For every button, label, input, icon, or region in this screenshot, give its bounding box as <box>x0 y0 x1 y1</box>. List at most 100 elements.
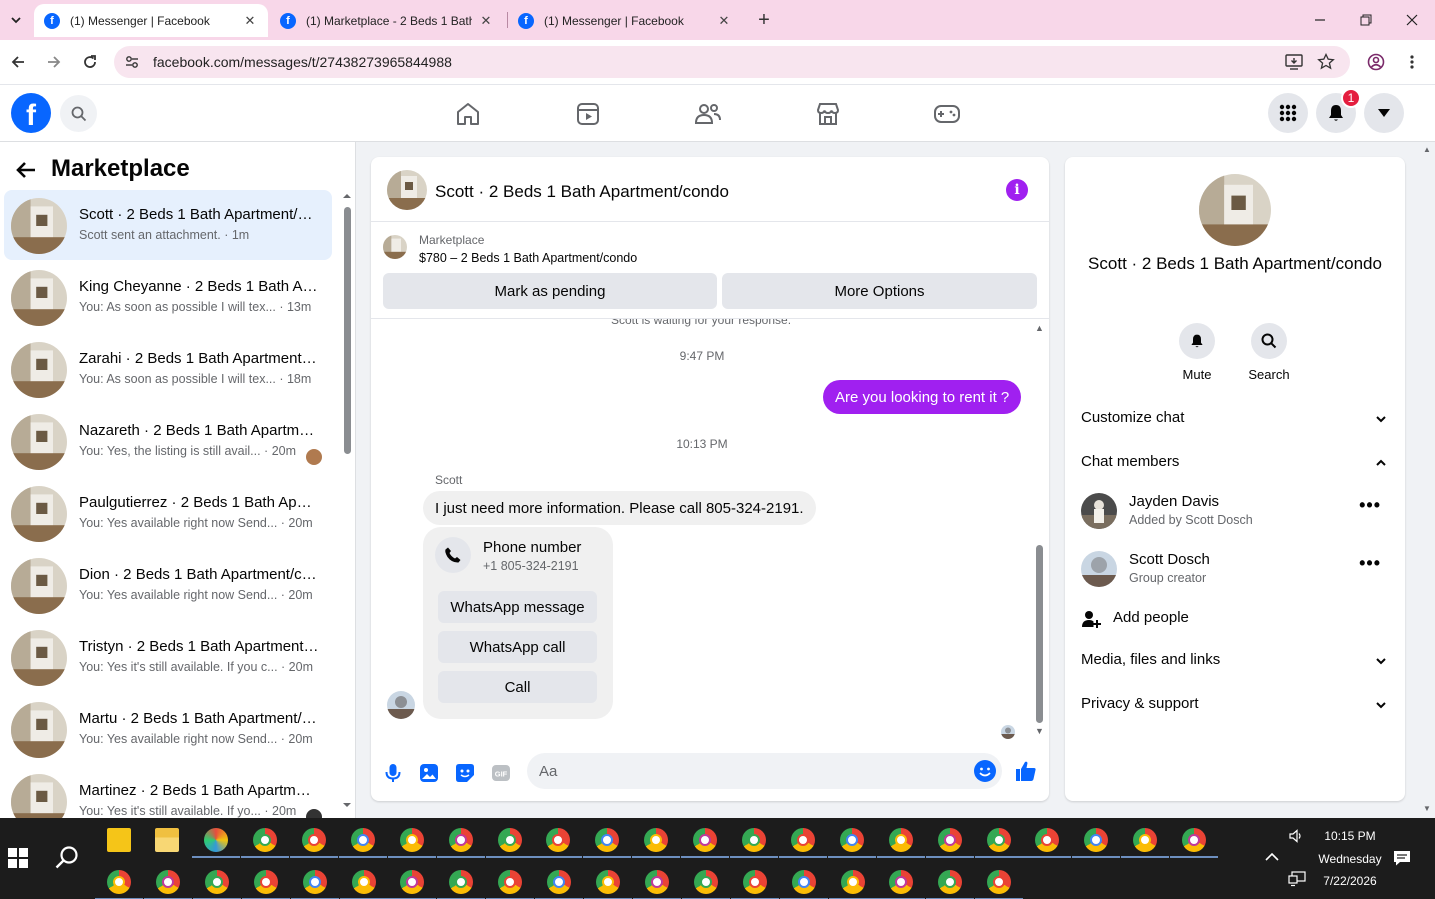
conversation-scrollbar-thumb[interactable] <box>344 207 351 454</box>
browser-taskbar-icon[interactable] <box>1133 828 1158 852</box>
browser-taskbar-icon[interactable] <box>253 870 278 894</box>
message-input[interactable] <box>539 761 959 781</box>
browser-taskbar-icon[interactable] <box>400 870 425 894</box>
notification-center-icon[interactable] <box>1393 849 1411 867</box>
taskbar-time[interactable]: 10:15 PM <box>1310 829 1390 843</box>
browser-taskbar-icon[interactable] <box>498 870 523 894</box>
browser-taskbar-icon[interactable] <box>791 870 816 894</box>
conversation-item[interactable]: Nazareth · 2 Beds 1 Bath Apartment/condo… <box>4 406 332 476</box>
conversation-item[interactable]: Paulgutierrez · 2 Beds 1 Bath Apartment/… <box>4 478 332 548</box>
mute-button[interactable] <box>1179 323 1215 359</box>
install-app-icon[interactable] <box>1284 52 1304 72</box>
browser-menu-button[interactable] <box>1400 50 1424 74</box>
chat-member-scott[interactable]: Scott Dosch Group creator ••• <box>1081 547 1389 591</box>
mark-as-pending-button[interactable]: Mark as pending <box>383 273 717 309</box>
browser-taskbar-icon[interactable] <box>987 870 1012 894</box>
conversation-item[interactable]: Zarahi · 2 Beds 1 Bath Apartment/condo Yo… <box>4 334 332 404</box>
minimize-button[interactable] <box>1308 8 1332 32</box>
browser-taskbar-icon[interactable] <box>986 828 1011 852</box>
conversation-item[interactable]: King Cheyanne · 2 Beds 1 Bath Apartment/… <box>4 262 332 332</box>
browser-taskbar-icon[interactable] <box>596 870 620 894</box>
browser-taskbar-icon[interactable] <box>253 828 277 852</box>
conversation-item[interactable]: Tristyn · 2 Beds 1 Bath Apartment/condo Y… <box>4 622 332 692</box>
scroll-up-arrow-icon[interactable] <box>342 192 352 200</box>
bookmark-star-icon[interactable] <box>1316 52 1336 72</box>
omnibox[interactable]: facebook.com/messages/t/2743827396584498… <box>114 46 1350 78</box>
restore-button[interactable] <box>1354 8 1378 32</box>
conversation-avatar[interactable] <box>1199 174 1271 246</box>
volume-icon[interactable] <box>1288 828 1304 844</box>
whatsapp-call-button[interactable]: WhatsApp call <box>438 631 597 663</box>
browser-taskbar-icon[interactable] <box>204 870 229 894</box>
chat-title[interactable]: Scott · 2 Beds 1 Bath Apartment/condo <box>435 182 729 202</box>
browser-tab-messenger-1[interactable]: f (1) Messenger | Facebook ✕ <box>34 4 268 37</box>
search-action[interactable]: Search <box>1239 323 1299 382</box>
whatsapp-message-button[interactable]: WhatsApp message <box>438 591 597 623</box>
browser-taskbar-icon[interactable] <box>155 870 180 894</box>
marketplace-nav-button[interactable] <box>813 99 843 129</box>
sticker-button[interactable] <box>454 762 476 784</box>
browser-taskbar-icon[interactable] <box>840 870 865 894</box>
browser-taskbar-icon[interactable] <box>497 828 522 852</box>
emoji-button[interactable] <box>974 760 996 782</box>
browser-taskbar-icon[interactable] <box>644 828 669 852</box>
close-tab-icon[interactable]: ✕ <box>478 13 494 29</box>
browser-taskbar-icon[interactable] <box>399 828 424 852</box>
facebook-search-button[interactable] <box>60 95 97 132</box>
browser-taskbar-icon[interactable] <box>350 828 375 852</box>
taskbar-search-icon[interactable] <box>54 845 80 871</box>
file-explorer-taskbar-icon[interactable] <box>155 828 179 852</box>
page-scroll-down-arrow-icon[interactable]: ▼ <box>1423 804 1431 813</box>
back-button[interactable] <box>6 50 30 74</box>
browser-tab-messenger-2[interactable]: f (1) Messenger | Facebook ✕ <box>508 4 742 37</box>
add-people-button[interactable]: Add people <box>1081 607 1381 631</box>
conversation-item[interactable]: Scott · 2 Beds 1 Bath Apartment/condo Sco… <box>4 190 332 260</box>
media-files-links-section[interactable]: Media, files and links <box>1081 649 1389 673</box>
taskbar-day[interactable]: Wednesday <box>1305 852 1395 866</box>
browser-taskbar-icon[interactable] <box>449 870 474 894</box>
browser-taskbar-icon[interactable] <box>937 828 962 852</box>
browser-taskbar-icon[interactable] <box>547 870 572 894</box>
incoming-message-bubble[interactable]: I just need more information. Please cal… <box>423 491 816 525</box>
browser-taskbar-icon[interactable] <box>546 828 571 852</box>
browser-taskbar-icon[interactable] <box>693 828 718 852</box>
show-hidden-icons-icon[interactable] <box>1264 852 1280 862</box>
gaming-nav-button[interactable] <box>932 99 962 129</box>
friends-nav-button[interactable] <box>693 99 723 129</box>
forward-button[interactable] <box>42 50 66 74</box>
site-settings-icon[interactable] <box>124 54 140 70</box>
browser-tab-marketplace[interactable]: f (1) Marketplace - 2 Beds 1 Bath ✕ <box>270 4 504 37</box>
browser-taskbar-icon[interactable] <box>790 828 815 852</box>
conversation-info-button[interactable]: i <box>1006 179 1028 201</box>
message-thread[interactable]: Scott is waiting for your response. 9:47… <box>371 319 1049 739</box>
scroll-down-arrow-icon[interactable] <box>342 801 352 809</box>
network-icon[interactable] <box>1288 871 1306 887</box>
listing-thumbnail[interactable] <box>383 235 407 259</box>
browser-taskbar-icon[interactable] <box>1084 828 1109 852</box>
chat-scroll-up-arrow-icon[interactable]: ▲ <box>1035 323 1044 333</box>
customize-chat-section[interactable]: Customize chat <box>1081 407 1389 431</box>
browser-taskbar-icon[interactable] <box>1035 828 1060 852</box>
page-scroll-up-arrow-icon[interactable]: ▲ <box>1423 145 1431 154</box>
browser-taskbar-icon[interactable] <box>889 870 914 894</box>
profile-button[interactable] <box>1364 50 1388 74</box>
conversation-item[interactable]: Martu · 2 Beds 1 Bath Apartment/condo You… <box>4 694 332 764</box>
close-tab-icon[interactable]: ✕ <box>716 13 732 29</box>
chat-members-section[interactable]: Chat members <box>1081 451 1389 475</box>
more-options-button[interactable]: More Options <box>722 273 1037 309</box>
chat-scrollbar-thumb[interactable] <box>1036 545 1043 723</box>
browser-taskbar-icon[interactable] <box>644 870 669 894</box>
browser-taskbar-icon[interactable] <box>448 828 473 852</box>
close-window-button[interactable] <box>1400 8 1424 32</box>
taskbar-date[interactable]: 7/22/2026 <box>1305 874 1395 888</box>
browser-taskbar-icon[interactable] <box>839 828 864 852</box>
browser-taskbar-icon[interactable] <box>1182 828 1207 852</box>
chat-scroll-down-arrow-icon[interactable]: ▼ <box>1035 726 1044 736</box>
browser-taskbar-icon[interactable] <box>107 870 131 894</box>
member-options-button[interactable]: ••• <box>1359 553 1381 574</box>
browser-taskbar-icon[interactable] <box>351 870 376 894</box>
outgoing-message-bubble[interactable]: Are you looking to rent it ? <box>823 380 1022 414</box>
account-menu-button[interactable] <box>1364 93 1404 133</box>
close-tab-icon[interactable]: ✕ <box>242 13 258 29</box>
send-like-button[interactable] <box>1015 760 1037 782</box>
